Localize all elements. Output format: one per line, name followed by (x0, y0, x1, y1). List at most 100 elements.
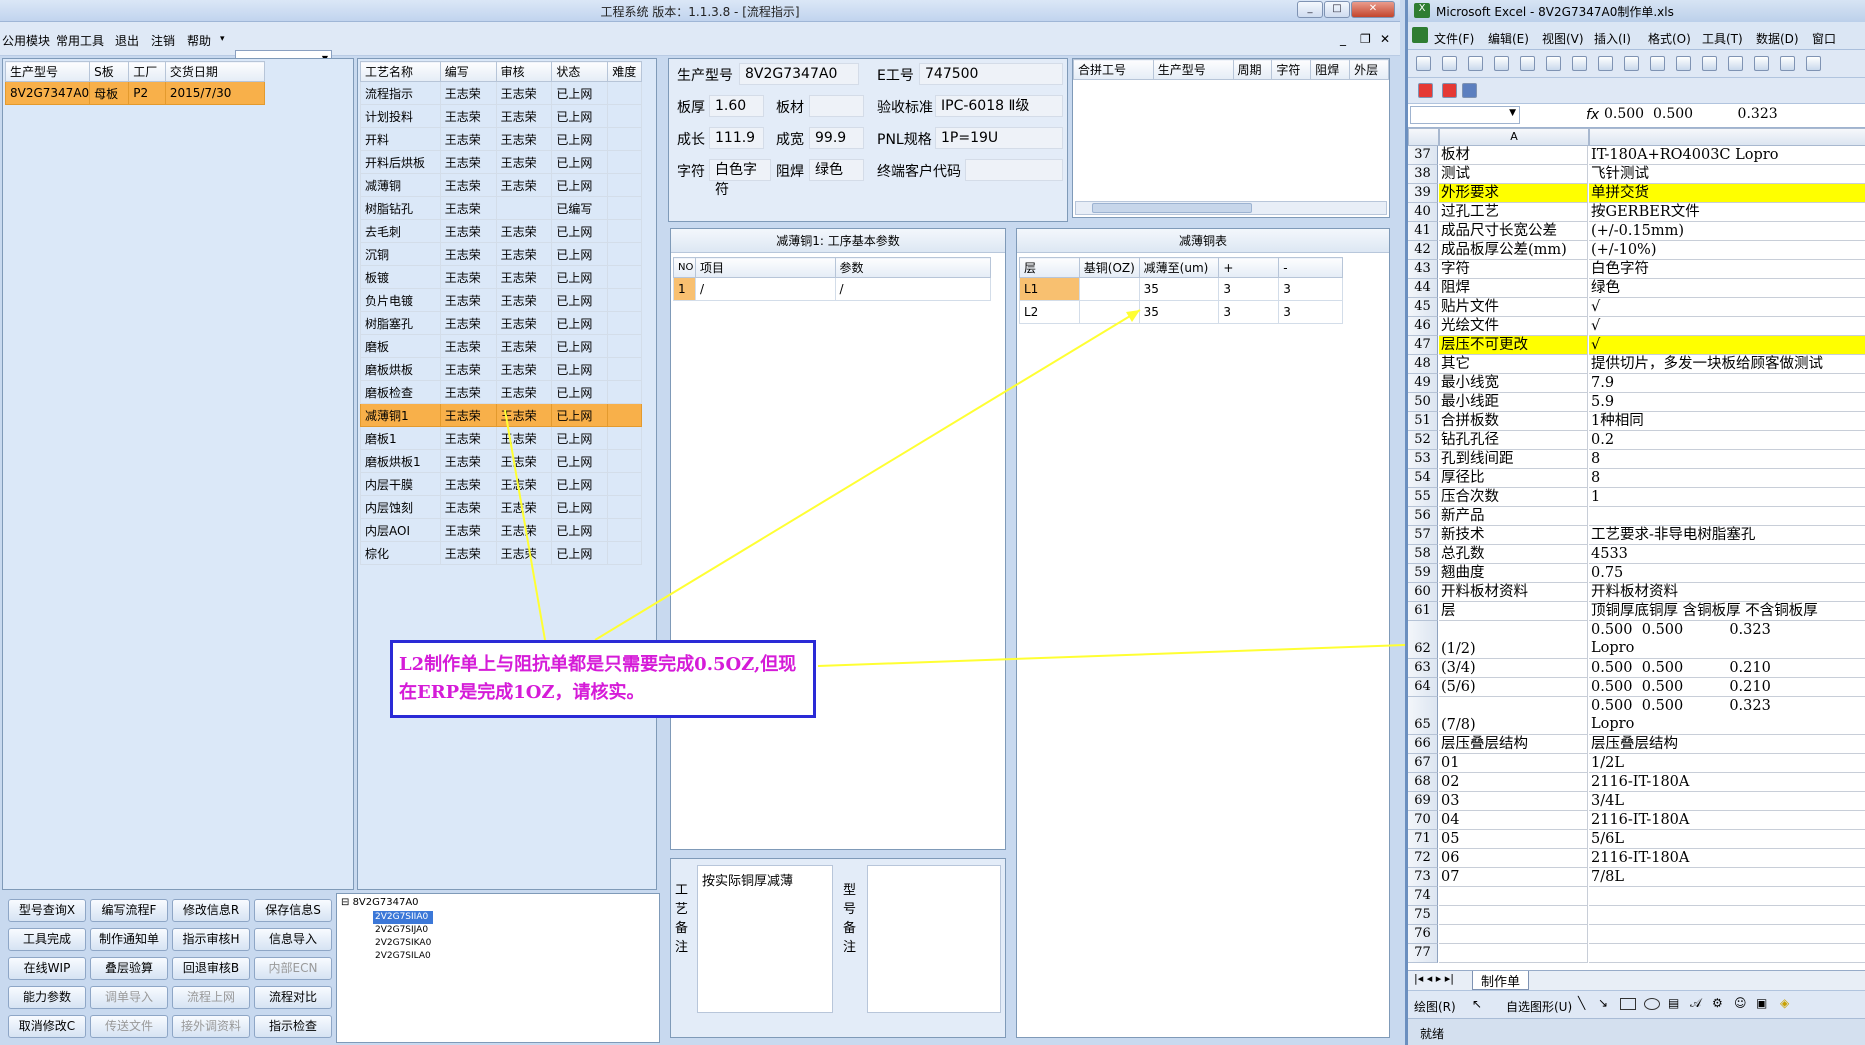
row-header[interactable]: 40 (1408, 203, 1438, 222)
row-header[interactable]: 42 (1408, 241, 1438, 260)
ellipse-icon[interactable] (1644, 998, 1660, 1010)
cell-b[interactable]: 层压叠层结构 (1589, 735, 1865, 754)
cell-a[interactable]: 开料板材资料 (1439, 583, 1588, 602)
wordart-icon[interactable]: 𝒜 (1690, 996, 1701, 1011)
cell-b[interactable]: √ (1589, 298, 1865, 317)
line-icon[interactable]: ╲ (1578, 996, 1585, 1010)
cell-a[interactable]: 总孔数 (1439, 545, 1588, 564)
clipart-icon[interactable]: ☺ (1734, 996, 1747, 1010)
select-pointer-icon[interactable]: ↖ (1472, 997, 1482, 1011)
cell-a[interactable]: 板材 (1439, 146, 1588, 165)
cell-a[interactable]: 过孔工艺 (1439, 203, 1588, 222)
redo-icon[interactable] (1780, 56, 1795, 71)
row-header[interactable]: 53 (1408, 450, 1438, 469)
cell-b[interactable]: 2116-IT-180A (1589, 773, 1865, 792)
cell-a[interactable]: 字符 (1439, 260, 1588, 279)
pdf-mail-icon[interactable] (1442, 83, 1457, 98)
cell-a[interactable]: 厚径比 (1439, 469, 1588, 488)
cell-b[interactable] (1589, 925, 1865, 944)
row-header[interactable]: 50 (1408, 393, 1438, 412)
cell-a[interactable] (1439, 925, 1588, 944)
row-header[interactable]: 54 (1408, 469, 1438, 488)
corner-select[interactable] (1408, 128, 1439, 146)
row-header[interactable]: 49 (1408, 374, 1438, 393)
cell-b[interactable]: 3/4L (1589, 792, 1865, 811)
diagram-icon[interactable]: ⚙ (1712, 996, 1723, 1010)
cell-a[interactable]: (5/6) (1439, 678, 1588, 697)
row-header[interactable]: 70 (1408, 811, 1438, 830)
rectangle-icon[interactable] (1620, 998, 1636, 1010)
picture-icon[interactable]: ▣ (1756, 996, 1767, 1010)
cell-b[interactable]: 1 (1589, 488, 1865, 507)
row-header[interactable]: 77 (1408, 944, 1438, 963)
row-header[interactable]: 43 (1408, 260, 1438, 279)
cell-a[interactable]: 成品尺寸长宽公差 (1439, 222, 1588, 241)
column-header-b[interactable] (1589, 128, 1865, 146)
cell-b[interactable]: 0.500 0.500 0.210 (1589, 678, 1865, 697)
excel-menu-view[interactable]: 视图(V) (1542, 30, 1584, 47)
excel-doc-icon[interactable] (1412, 27, 1428, 43)
cell-a[interactable]: 03 (1439, 792, 1588, 811)
row-header[interactable]: 38 (1408, 165, 1438, 184)
row-header[interactable]: 37 (1408, 146, 1438, 165)
cell-b[interactable]: 0.500 0.500 0.323 Lopro (1589, 621, 1865, 659)
cell-b[interactable]: 8 (1589, 469, 1865, 488)
cell-b[interactable] (1589, 507, 1865, 526)
research-icon[interactable] (1624, 56, 1639, 71)
cell-a[interactable]: 07 (1439, 868, 1588, 887)
cell-a[interactable]: 最小线宽 (1439, 374, 1588, 393)
permission-icon[interactable] (1494, 56, 1509, 71)
cell-a[interactable]: 阻焊 (1439, 279, 1588, 298)
cell-a[interactable]: 层压叠层结构 (1439, 735, 1588, 754)
row-header[interactable]: 47 (1408, 336, 1438, 355)
cell-a[interactable]: 04 (1439, 811, 1588, 830)
row-header[interactable]: 52 (1408, 431, 1438, 450)
cell-a[interactable]: (1/2) (1439, 621, 1588, 659)
cell-b[interactable]: 0.500 0.500 0.210 (1589, 659, 1865, 678)
cell-b[interactable]: 7.9 (1589, 374, 1865, 393)
excel-menu-window[interactable]: 窗口 (1812, 30, 1836, 47)
save-icon[interactable] (1468, 56, 1483, 71)
excel-menu-edit[interactable]: 编辑(E) (1488, 30, 1529, 47)
cell-b[interactable]: 提供切片，多发一块板给顾客做测试 (1589, 355, 1865, 374)
email-icon[interactable] (1520, 56, 1535, 71)
row-header[interactable]: 63 (1408, 659, 1438, 678)
excel-menu-file[interactable]: 文件(F) (1434, 30, 1474, 47)
cell-a[interactable]: 01 (1439, 754, 1588, 773)
cell-b[interactable]: 开料板材资料 (1589, 583, 1865, 602)
cell-b[interactable]: IT-180A+RO4003C Lopro (1589, 146, 1865, 165)
cell-a[interactable]: 孔到线间距 (1439, 450, 1588, 469)
hyperlink-icon[interactable] (1806, 56, 1821, 71)
row-header[interactable]: 72 (1408, 849, 1438, 868)
cell-a[interactable]: 最小线距 (1439, 393, 1588, 412)
row-header[interactable]: 67 (1408, 754, 1438, 773)
cell-b[interactable]: 绿色 (1589, 279, 1865, 298)
row-header[interactable]: 75 (1408, 906, 1438, 925)
cell-b[interactable]: 5/6L (1589, 830, 1865, 849)
row-header[interactable]: 56 (1408, 507, 1438, 526)
sheet-nav-icon[interactable]: |◂ ◂ ▸ ▸| (1414, 972, 1454, 985)
cell-b[interactable]: 8 (1589, 450, 1865, 469)
cell-a[interactable]: 层 (1439, 602, 1588, 621)
cell-a[interactable]: 新产品 (1439, 507, 1588, 526)
row-header[interactable]: 69 (1408, 792, 1438, 811)
cell-a[interactable]: 外形要求 (1439, 184, 1588, 203)
cell-b[interactable]: (+/-10%) (1589, 241, 1865, 260)
cell-a[interactable]: 新技术 (1439, 526, 1588, 545)
cell-b[interactable]: 4533 (1589, 545, 1865, 564)
row-header[interactable]: 48 (1408, 355, 1438, 374)
cell-b[interactable]: (+/-0.15mm) (1589, 222, 1865, 241)
cell-b[interactable]: 1种相同 (1589, 412, 1865, 431)
row-header[interactable]: 46 (1408, 317, 1438, 336)
autoshape-menu[interactable]: 自选图形(U) (1506, 998, 1572, 1015)
row-header[interactable]: 59 (1408, 564, 1438, 583)
column-header-a[interactable]: A (1439, 128, 1589, 146)
cell-b[interactable]: √ (1589, 336, 1865, 355)
cell-b[interactable] (1589, 944, 1865, 963)
format-painter-icon[interactable] (1728, 56, 1743, 71)
excel-menu-format[interactable]: 格式(O) (1648, 30, 1691, 47)
row-header[interactable]: 45 (1408, 298, 1438, 317)
new-icon[interactable] (1416, 56, 1431, 71)
cell-a[interactable]: 成品板厚公差(mm) (1439, 241, 1588, 260)
row-header[interactable]: 64 (1408, 678, 1438, 697)
